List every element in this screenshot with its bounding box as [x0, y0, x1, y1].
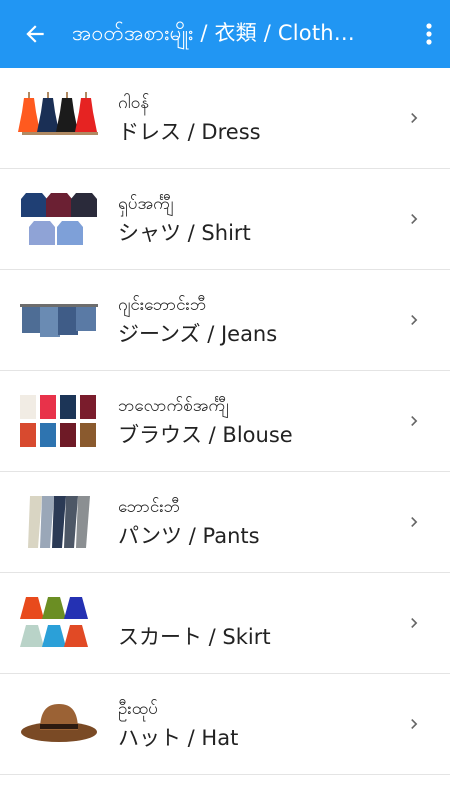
- shirt-thumbnail: [18, 189, 100, 249]
- chevron-right-icon: [411, 113, 418, 123]
- clothing-list: ဂါဝန် ドレス / Dress ရှပ်အင်္ကျီ シャツ / Shir…: [0, 68, 450, 775]
- back-button[interactable]: [20, 19, 50, 49]
- arrow-left-icon: [26, 25, 44, 43]
- item-label-translation: ドレス / Dress: [118, 119, 261, 144]
- list-item-hat[interactable]: ဦးထုပ် ハット / Hat: [0, 674, 450, 775]
- overflow-menu-button[interactable]: [422, 19, 436, 49]
- skirt-thumbnail: [18, 593, 100, 653]
- blouse-thumbnail: [18, 391, 100, 451]
- item-label-translation: ハット / Hat: [118, 725, 239, 750]
- item-label-translation: パンツ / Pants: [118, 523, 260, 548]
- chevron-right-icon: [411, 416, 418, 426]
- list-item-pants[interactable]: ဘောင်းဘီ パンツ / Pants: [0, 472, 450, 573]
- item-label-burmese: ဦးထုပ်: [118, 698, 158, 719]
- more-vert-icon: [426, 23, 432, 45]
- hat-thumbnail: [18, 694, 100, 754]
- chevron-right-icon: [411, 315, 418, 325]
- chevron-right-icon: [411, 719, 418, 729]
- chevron-right-icon: [411, 517, 418, 527]
- chevron-right-icon: [411, 214, 418, 224]
- item-label-burmese: ဘောင်းဘီ: [118, 496, 181, 517]
- item-label-translation: ジーンズ / Jeans: [118, 321, 278, 346]
- jeans-thumbnail: [18, 290, 100, 350]
- list-item-shirt[interactable]: ရှပ်အင်္ကျီ シャツ / Shirt: [0, 169, 450, 270]
- item-label-burmese: ဂါဝန်: [118, 92, 149, 113]
- item-label-burmese: ရှပ်အင်္ကျီ: [118, 193, 174, 214]
- chevron-right-icon: [411, 618, 418, 628]
- item-label-translation: ブラウス / Blouse: [118, 422, 293, 447]
- list-item-blouse[interactable]: ဘလောက်စ်အင်္ကျီ ブラウス / Blouse: [0, 371, 450, 472]
- item-label-translation: シャツ / Shirt: [118, 220, 251, 245]
- list-item-dress[interactable]: ဂါဝန် ドレス / Dress: [0, 68, 450, 169]
- item-label-translation: スカート / Skirt: [118, 624, 271, 649]
- list-item-jeans[interactable]: ဂျင်းဘောင်းဘီ ジーンズ / Jeans: [0, 270, 450, 371]
- pants-thumbnail: [18, 492, 100, 552]
- item-label-burmese: ဘလောက်စ်အင်္ကျီ: [118, 395, 229, 416]
- item-label-burmese: ဂျင်းဘောင်းဘီ: [118, 294, 207, 315]
- dress-thumbnail: [18, 88, 100, 148]
- list-item-skirt[interactable]: スカート / Skirt: [0, 573, 450, 674]
- app-bar: အဝတ်အစားမျိုး / 衣類 / Cloth…: [0, 0, 450, 68]
- page-title: အဝတ်အစားမျိုး / 衣類 / Cloth…: [72, 21, 355, 45]
- item-label-burmese: [118, 596, 404, 620]
